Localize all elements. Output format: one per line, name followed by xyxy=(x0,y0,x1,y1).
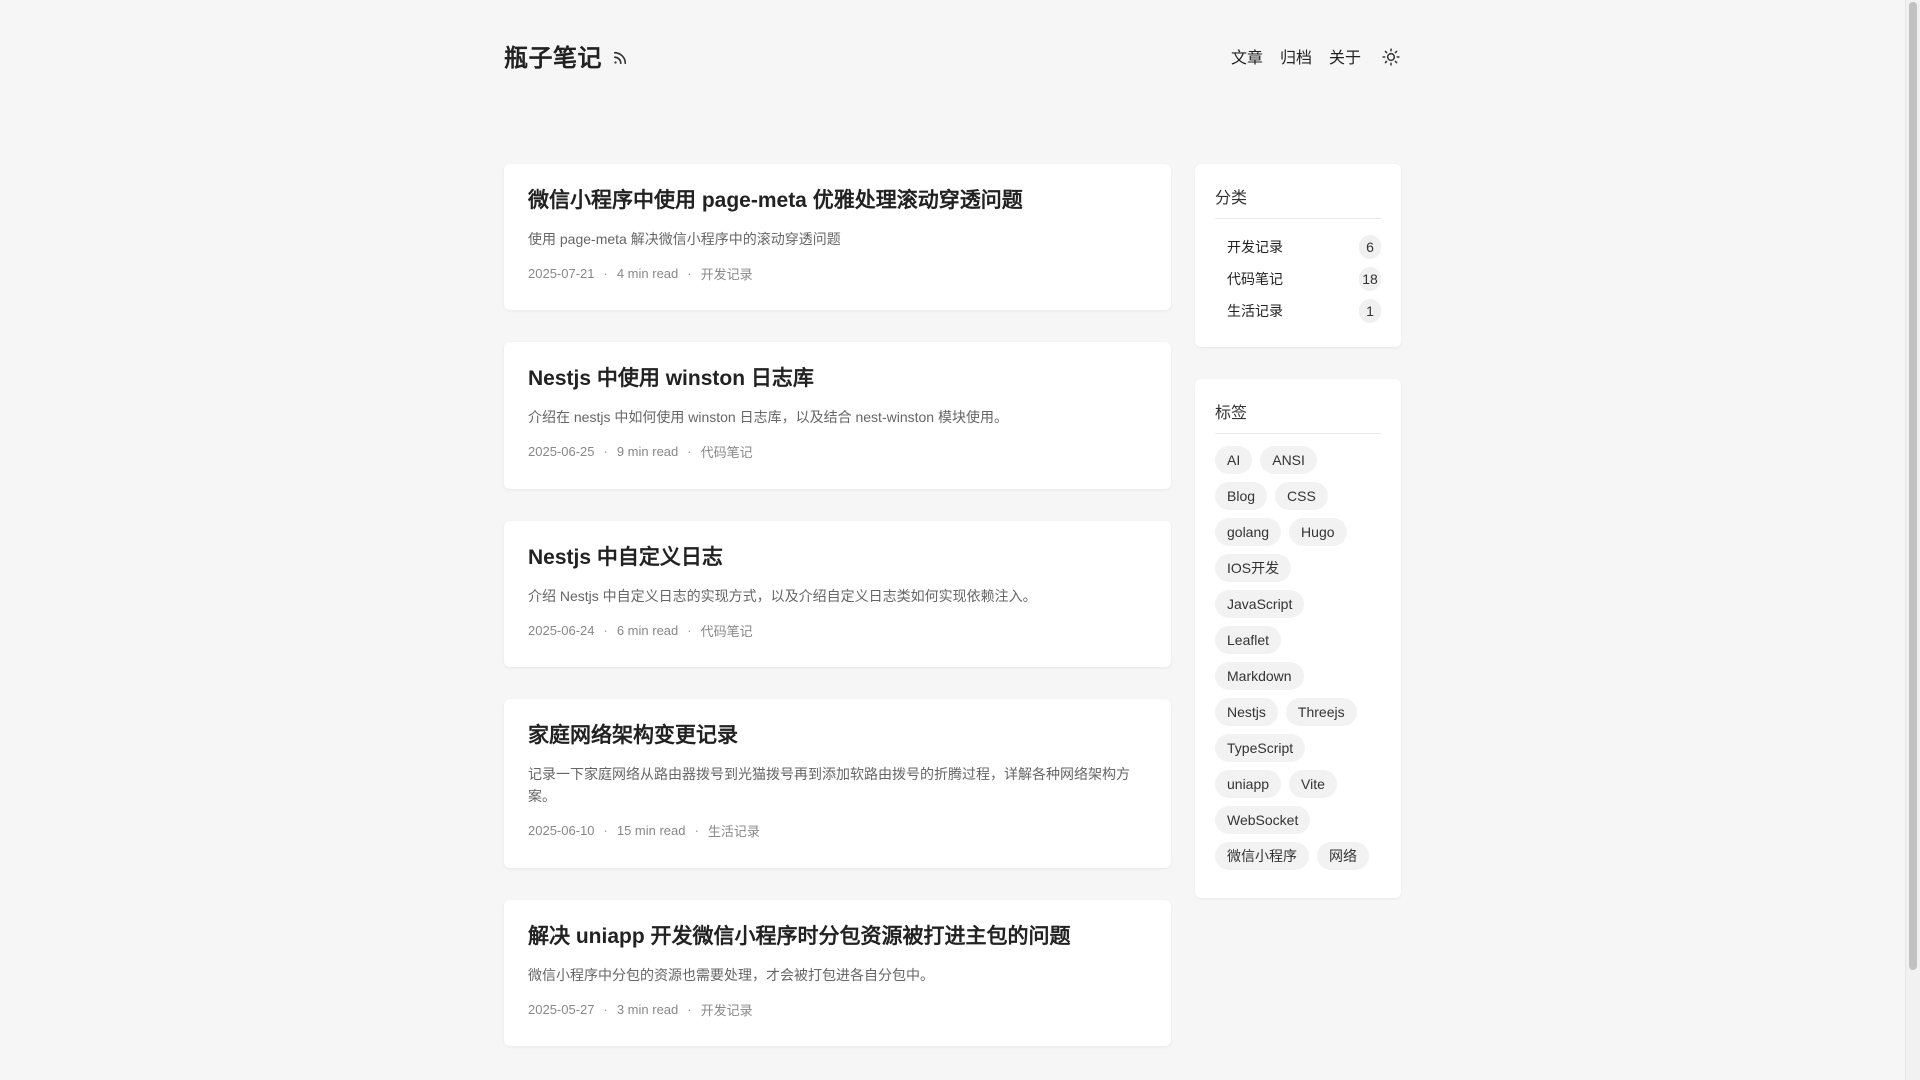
sidebar: 分类 开发记录 6 代码笔记 18 生活记录 1 标签 AI ANSI Blog… xyxy=(1195,164,1401,930)
rss-icon[interactable] xyxy=(611,49,629,67)
post-category[interactable]: 开发记录 xyxy=(701,264,753,283)
post-title[interactable]: Nestjs 中自定义日志 xyxy=(528,543,1147,573)
nav-archive[interactable]: 归档 xyxy=(1280,44,1312,68)
tag-list: AI ANSI Blog CSS golang Hugo IOS开发 JavaS… xyxy=(1215,446,1381,878)
post-date: 2025-06-10 xyxy=(528,823,595,838)
brand: 瓶子笔记 xyxy=(504,38,629,73)
category-name: 开发记录 xyxy=(1227,239,1283,255)
post-description: 介绍 Nestjs 中自定义日志的实现方式，以及介绍自定义日志类如何实现依赖注入… xyxy=(528,588,1037,604)
post-title[interactable]: 解决 uniapp 开发微信小程序时分包资源被打进主包的问题 xyxy=(528,922,1147,952)
post-card[interactable]: 家庭网络架构变更记录 记录一下家庭网络从路由器拨号到光猫拨号再到添加软路由拨号的… xyxy=(504,699,1171,868)
page-scrollbar[interactable] xyxy=(1905,0,1920,1080)
post-date: 2025-07-21 xyxy=(528,266,595,281)
post-card[interactable]: Nestjs 中使用 winston 日志库 介绍在 nestjs 中如何使用 … xyxy=(504,342,1171,489)
post-category[interactable]: 代码笔记 xyxy=(701,621,753,640)
category-item[interactable]: 代码笔记 18 xyxy=(1215,263,1381,295)
page: 瓶子笔记 文章 归档 关于 微信小程序中使用 page-meta 优雅处理滚动穿… xyxy=(0,0,1905,1080)
tag[interactable]: AI xyxy=(1215,446,1253,474)
post-meta: 2025-06-24 · 6 min read · 代码笔记 xyxy=(528,621,753,640)
post-title[interactable]: Nestjs 中使用 winston 日志库 xyxy=(528,364,1147,394)
category-list: 开发记录 6 代码笔记 18 生活记录 1 xyxy=(1215,231,1381,327)
post-date: 2025-06-24 xyxy=(528,623,595,638)
post-title[interactable]: 家庭网络架构变更记录 xyxy=(528,721,1147,751)
tag[interactable]: Vite xyxy=(1289,770,1337,798)
tag[interactable]: WebSocket xyxy=(1215,806,1311,834)
post-meta: 2025-07-21 · 4 min read · 开发记录 xyxy=(528,264,753,283)
tag[interactable]: Blog xyxy=(1215,482,1268,510)
post-category[interactable]: 代码笔记 xyxy=(701,442,753,461)
tags-card: 标签 AI ANSI Blog CSS golang Hugo IOS开发 Ja… xyxy=(1195,379,1401,898)
post-title[interactable]: 微信小程序中使用 page-meta 优雅处理滚动穿透问题 xyxy=(528,186,1147,216)
post-list: 微信小程序中使用 page-meta 优雅处理滚动穿透问题 使用 page-me… xyxy=(504,164,1171,1078)
categories-card: 分类 开发记录 6 代码笔记 18 生活记录 1 xyxy=(1195,164,1401,347)
tag[interactable]: Leaflet xyxy=(1215,626,1282,654)
sun-icon[interactable] xyxy=(1381,47,1401,67)
tag[interactable]: CSS xyxy=(1275,482,1328,510)
tag[interactable]: IOS开发 xyxy=(1215,554,1292,582)
post-date: 2025-05-27 xyxy=(528,1002,595,1017)
site-title[interactable]: 瓶子笔记 xyxy=(504,38,602,73)
tag[interactable]: Threejs xyxy=(1285,698,1357,726)
category-name: 生活记录 xyxy=(1227,303,1283,319)
category-count: 1 xyxy=(1359,299,1381,323)
tag[interactable]: Nestjs xyxy=(1215,698,1278,726)
category-item[interactable]: 生活记录 1 xyxy=(1215,295,1381,327)
category-name: 代码笔记 xyxy=(1227,271,1283,287)
nav-articles[interactable]: 文章 xyxy=(1231,44,1263,68)
post-description: 记录一下家庭网络从路由器拨号到光猫拨号再到添加软路由拨号的折腾过程，详解各种网络… xyxy=(528,766,1130,804)
scrollbar-thumb[interactable] xyxy=(1909,2,1917,970)
category-item[interactable]: 开发记录 6 xyxy=(1215,231,1381,263)
main-nav: 文章 归档 关于 xyxy=(1231,44,1401,68)
categories-title: 分类 xyxy=(1215,184,1381,219)
post-meta: 2025-05-27 · 3 min read · 开发记录 xyxy=(528,1000,753,1019)
post-read-time: 3 min read xyxy=(616,1002,679,1017)
post-meta: 2025-06-10 · 15 min read · 生活记录 xyxy=(528,821,760,840)
tags-title: 标签 xyxy=(1215,399,1381,434)
category-count: 6 xyxy=(1359,235,1381,259)
tag[interactable]: Hugo xyxy=(1289,518,1347,546)
post-description: 介绍在 nestjs 中如何使用 winston 日志库，以及结合 nest-w… xyxy=(528,409,1008,425)
post-read-time: 4 min read xyxy=(616,266,679,281)
post-meta: 2025-06-25 · 9 min read · 代码笔记 xyxy=(528,442,753,461)
post-description: 微信小程序中分包的资源也需要处理，才会被打包进各自分包中。 xyxy=(528,967,934,983)
post-read-time: 15 min read xyxy=(616,823,686,838)
post-read-time: 9 min read xyxy=(616,444,679,459)
post-category[interactable]: 生活记录 xyxy=(708,821,760,840)
post-date: 2025-06-25 xyxy=(528,444,595,459)
tag[interactable]: ANSI xyxy=(1260,446,1317,474)
site-header: 瓶子笔记 文章 归档 关于 xyxy=(504,38,1401,74)
tag[interactable]: golang xyxy=(1215,518,1282,546)
tag[interactable]: uniapp xyxy=(1215,770,1282,798)
tag[interactable]: JavaScript xyxy=(1215,590,1305,618)
post-read-time: 6 min read xyxy=(616,623,679,638)
tag[interactable]: 网络 xyxy=(1317,842,1369,870)
post-category[interactable]: 开发记录 xyxy=(701,1000,753,1019)
tag[interactable]: TypeScript xyxy=(1215,734,1306,762)
post-description: 使用 page-meta 解决微信小程序中的滚动穿透问题 xyxy=(528,231,841,247)
category-count: 18 xyxy=(1359,267,1381,291)
nav-about[interactable]: 关于 xyxy=(1329,44,1361,68)
tag[interactable]: Markdown xyxy=(1215,662,1304,690)
post-card[interactable]: Nestjs 中自定义日志 介绍 Nestjs 中自定义日志的实现方式，以及介绍… xyxy=(504,521,1171,667)
tag[interactable]: 微信小程序 xyxy=(1215,842,1309,870)
post-card[interactable]: 微信小程序中使用 page-meta 优雅处理滚动穿透问题 使用 page-me… xyxy=(504,164,1171,310)
post-card[interactable]: 解决 uniapp 开发微信小程序时分包资源被打进主包的问题 微信小程序中分包的… xyxy=(504,900,1171,1046)
